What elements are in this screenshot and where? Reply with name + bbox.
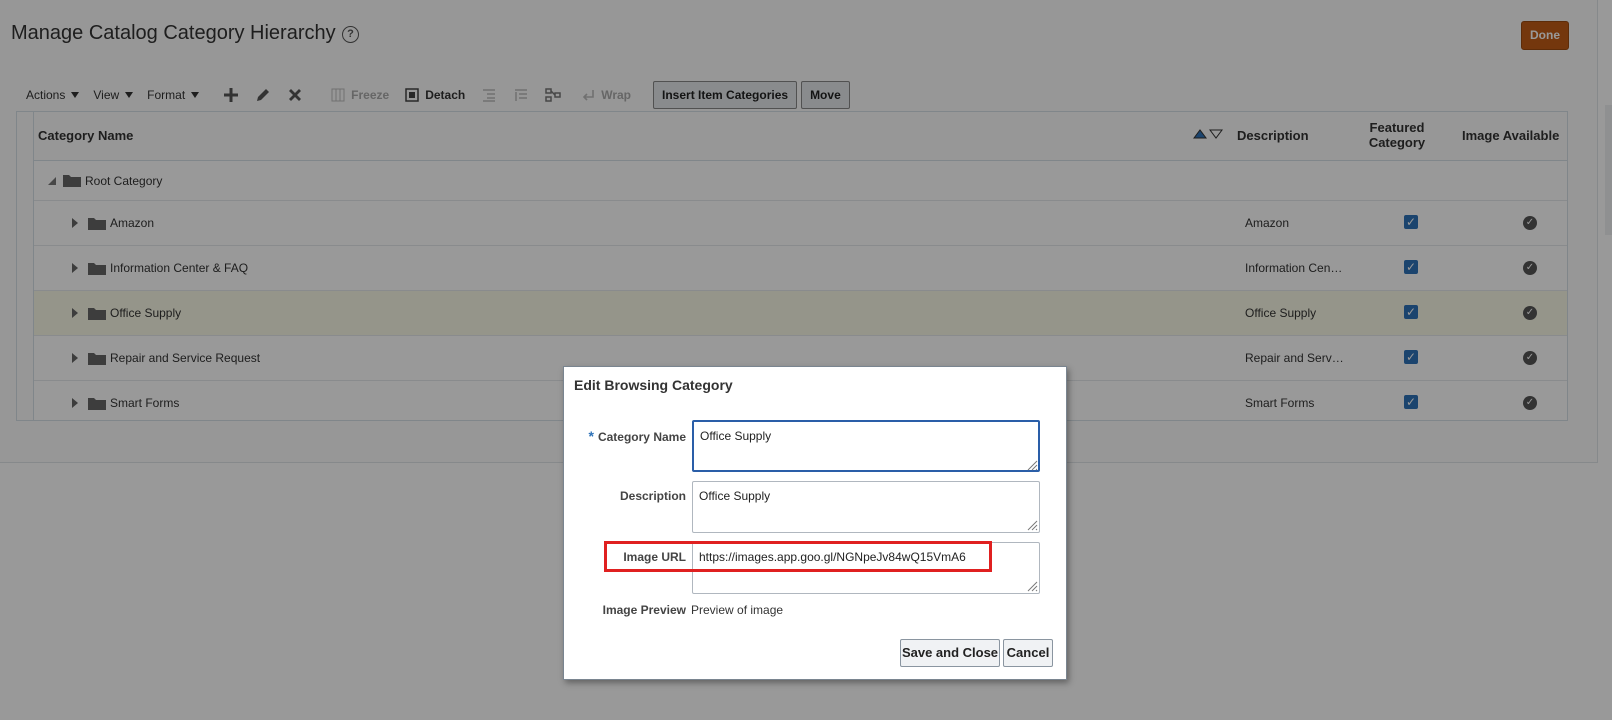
- cancel-button[interactable]: Cancel: [1003, 639, 1053, 667]
- save-and-close-button[interactable]: Save and Close: [900, 639, 1000, 667]
- required-marker: *: [588, 428, 594, 444]
- highlight-box: [604, 541, 992, 572]
- description-field[interactable]: Office Supply: [692, 481, 1040, 533]
- description-label: Description: [619, 489, 686, 503]
- edit-browsing-category-dialog: Edit Browsing Category * Category Name Of…: [563, 366, 1067, 680]
- resize-grip-icon[interactable]: [1026, 519, 1038, 531]
- resize-grip-icon[interactable]: [1026, 459, 1038, 471]
- resize-grip-icon[interactable]: [1026, 580, 1038, 592]
- image-preview-label: Image Preview: [602, 603, 686, 617]
- category-name-field[interactable]: Office Supply: [692, 420, 1040, 472]
- image-preview-value: Preview of image: [691, 603, 784, 617]
- category-name-label: * Category Name: [589, 428, 686, 444]
- category-name-label-text: Category Name: [597, 430, 686, 444]
- dialog-title: Edit Browsing Category: [574, 377, 733, 393]
